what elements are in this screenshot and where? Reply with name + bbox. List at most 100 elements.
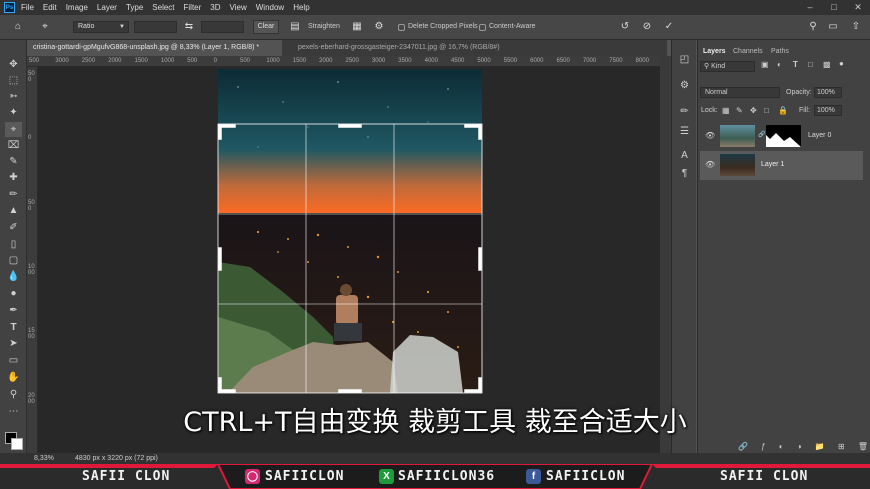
lock-all-icon[interactable]: 🔒	[778, 106, 788, 115]
filter-toggle-icon[interactable]: ●	[839, 59, 844, 68]
menu-filter[interactable]: Filter	[184, 3, 202, 12]
delete-layer-icon[interactable]: 🗑	[858, 442, 868, 452]
history-panel-icon[interactable]: ◰	[676, 52, 693, 67]
layer-mask-thumbnail[interactable]	[766, 125, 801, 147]
lasso-tool-icon[interactable]: ➳	[5, 89, 22, 104]
ruler-tick-label: 3000	[371, 58, 386, 64]
ratio-select[interactable]: Ratio ▼	[73, 21, 129, 33]
height-input[interactable]	[201, 21, 244, 33]
move-tool-icon[interactable]: ✥	[5, 57, 22, 72]
straighten-label[interactable]: Straighten	[308, 23, 340, 30]
menu-select[interactable]: Select	[152, 3, 174, 12]
shape-filter-icon[interactable]: □	[808, 60, 813, 69]
frame-tool-icon[interactable]: ⌧	[5, 138, 22, 153]
new-layer-icon[interactable]: ⊞	[838, 442, 845, 452]
character-panel-icon[interactable]: A	[676, 148, 693, 163]
gradient-tool-icon[interactable]: ▢	[5, 253, 22, 268]
layer-row-layer-1[interactable]: 👁 Layer 1	[700, 151, 863, 180]
share-icon[interactable]: ⇧	[849, 20, 863, 34]
opacity-input[interactable]: 100%	[814, 87, 842, 98]
crop-tool-active-icon[interactable]: ⌖	[5, 122, 22, 137]
stamp-tool-icon[interactable]: ▲	[5, 203, 22, 218]
blur-tool-icon[interactable]: 💧	[5, 269, 22, 284]
search-icon[interactable]: ⚲	[806, 20, 820, 34]
layer-name[interactable]: Layer 1	[761, 161, 784, 168]
blend-mode-select[interactable]: Normal	[700, 87, 780, 98]
menu-window[interactable]: Window	[256, 3, 284, 12]
artboard-lock-icon[interactable]: □	[764, 106, 769, 115]
lock-position-icon[interactable]: ✥	[750, 106, 757, 115]
delete-cropped-checkbox[interactable]	[398, 24, 405, 31]
add-mask-icon[interactable]: ◐	[779, 442, 784, 452]
brush-settings-icon[interactable]: ✏	[676, 104, 693, 119]
lock-pixels-icon[interactable]: ✎	[736, 106, 743, 115]
menu-help[interactable]: Help	[293, 3, 309, 12]
layer-row-layer-0[interactable]: 👁 🔗 Layer 0	[700, 122, 863, 151]
paragraph-panel-icon[interactable]: ¶	[676, 166, 693, 181]
dodge-tool-icon[interactable]: ●	[5, 286, 22, 301]
marquee-tool-icon[interactable]: ⬚	[5, 73, 22, 88]
menu-image[interactable]: Image	[66, 3, 88, 12]
menu-edit[interactable]: Edit	[43, 3, 57, 12]
tab-layers[interactable]: Layers	[703, 48, 726, 55]
adjustments-panel-icon[interactable]: ☰	[676, 124, 693, 139]
pixel-filter-icon[interactable]: ▣	[761, 60, 769, 69]
zoom-level[interactable]: 8,33%	[34, 455, 54, 462]
home-icon[interactable]: ⌂	[11, 20, 25, 34]
lock-transparent-icon[interactable]: ▦	[722, 106, 730, 115]
eyedropper-tool-icon[interactable]: ✎	[5, 154, 22, 169]
document-canvas[interactable]	[38, 67, 660, 453]
new-group-icon[interactable]: 📁	[815, 442, 825, 452]
link-layers-icon[interactable]: 🔗	[738, 442, 748, 452]
adjustment-layer-icon[interactable]: ◑	[797, 442, 802, 452]
chain-link-icon[interactable]: 🔗	[758, 131, 765, 138]
fill-input[interactable]: 100%	[814, 105, 842, 116]
close-window-button[interactable]: ✕	[848, 0, 868, 15]
maximize-button[interactable]: □	[824, 0, 844, 15]
quick-select-tool-icon[interactable]: ✦	[5, 105, 22, 120]
minimize-button[interactable]: –	[800, 0, 820, 15]
pen-tool-icon[interactable]: ✒	[5, 303, 22, 318]
swap-icon[interactable]: ⇆	[182, 20, 196, 34]
content-aware-checkbox[interactable]	[479, 24, 486, 31]
menu-view[interactable]: View	[230, 3, 247, 12]
width-input[interactable]	[134, 21, 177, 33]
eraser-tool-icon[interactable]: ▯	[5, 237, 22, 252]
layer-name[interactable]: Layer 0	[808, 132, 831, 139]
path-select-icon[interactable]: ➤	[5, 336, 22, 351]
layer-style-icon[interactable]: ƒ	[761, 442, 765, 452]
tab-paths[interactable]: Paths	[771, 48, 789, 55]
menu-type[interactable]: Type	[126, 3, 143, 12]
type-tool-icon[interactable]: T	[5, 320, 22, 335]
clear-button[interactable]: Clear	[253, 20, 279, 34]
tab-second-document[interactable]: pexels-eberhard-grossgasteiger-2347011.j…	[292, 40, 552, 56]
menu-file[interactable]: File	[21, 3, 34, 12]
history-brush-icon[interactable]: ✐	[5, 220, 22, 235]
kind-filter-select[interactable]: ⚲ Kind	[700, 61, 755, 72]
commit-icon[interactable]: ✓	[662, 20, 676, 34]
reset-icon[interactable]: ↺	[618, 20, 632, 34]
healing-tool-icon[interactable]: ✚	[5, 170, 22, 185]
workspace-icon[interactable]: ▭	[826, 20, 840, 34]
gear-icon[interactable]: ⚙	[372, 20, 386, 34]
straighten-icon[interactable]: ▤	[288, 20, 302, 34]
tab-active-document[interactable]: cristina-gottardi-gpMgufvG868-unsplash.j…	[27, 40, 282, 56]
document-size[interactable]: 4830 px x 3220 px (72 ppi)	[75, 455, 158, 462]
crop-tool-icon[interactable]: ⌖	[38, 20, 52, 34]
properties-panel-icon[interactable]: ⚙	[676, 78, 693, 93]
background-color-swatch[interactable]	[11, 438, 23, 450]
eye-visibility-icon[interactable]: 👁	[705, 131, 715, 140]
menu-layer[interactable]: Layer	[97, 3, 117, 12]
hand-tool-icon[interactable]: ✋	[5, 370, 22, 385]
rectangle-tool-icon[interactable]: ▭	[5, 353, 22, 368]
eye-visibility-icon[interactable]: 👁	[705, 160, 715, 169]
cancel-icon[interactable]: ⊘	[640, 20, 654, 34]
vertical-scrollbar[interactable]	[660, 56, 671, 453]
type-filter-icon[interactable]: T	[793, 60, 798, 69]
smart-object-filter-icon[interactable]: ▩	[823, 60, 831, 69]
tab-channels[interactable]: Channels	[733, 48, 763, 55]
brush-tool-icon[interactable]: ✏	[5, 187, 22, 202]
adjustment-filter-icon[interactable]: ◐	[777, 60, 782, 69]
grid-overlay-icon[interactable]: ▦	[350, 20, 364, 34]
menu-3d[interactable]: 3D	[210, 3, 220, 12]
